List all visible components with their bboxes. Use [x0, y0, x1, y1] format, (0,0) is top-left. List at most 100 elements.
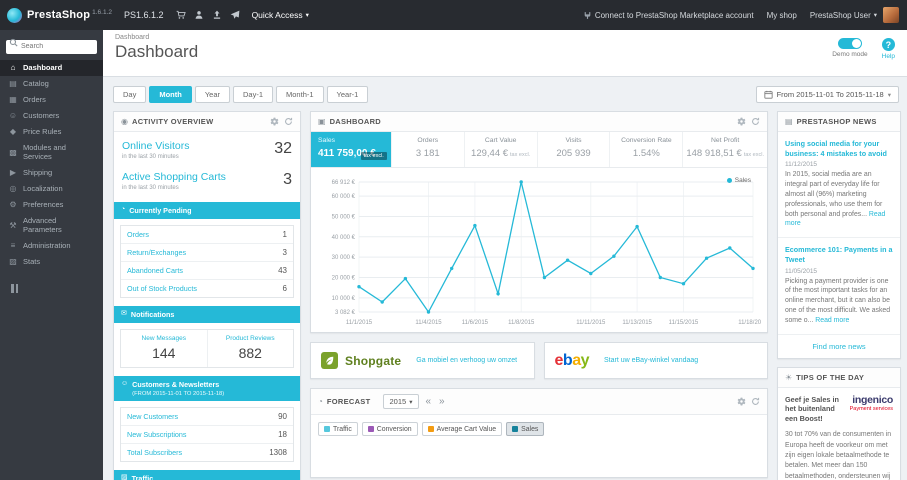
row-value: 6 [282, 284, 287, 293]
sidebar-item-catalog[interactable]: ▤ Catalog [0, 76, 103, 92]
activity-row-new-customers[interactable]: New Customers 90 [121, 408, 293, 426]
shop-name-link[interactable]: PS1.6.1.2 [124, 10, 164, 20]
user-avatar[interactable] [883, 7, 899, 23]
filter-day-1-button[interactable]: Day-1 [233, 86, 274, 103]
kpi-value: 1.54% [632, 148, 660, 159]
ebay-module[interactable]: ebay Start uw eBay-winkel vandaag [543, 342, 768, 379]
tip-body: 30 tot 70% van de consumenten in Europa … [785, 431, 892, 480]
search-input[interactable] [6, 39, 97, 54]
sidebar-item-price-rules[interactable]: ◆ Price Rules [0, 124, 103, 140]
user-menu[interactable]: PrestaShop User ▾ [810, 11, 877, 20]
read-more-link[interactable]: Read more [815, 317, 849, 324]
forecast-next-button[interactable]: » [437, 396, 447, 407]
sidebar-item-advanced-parameters[interactable]: ⚒ Advanced Parameters [0, 213, 103, 238]
demo-mode-label: Demo mode [832, 51, 868, 58]
shipping-icon: ▶ [9, 168, 17, 177]
row-label: Out of Stock Products [127, 284, 197, 293]
sales-chart[interactable]: Sales 66 912 € 60 000 € 50 000 € 40 000 € 30… [311, 168, 767, 332]
gear-icon[interactable] [270, 117, 279, 126]
notification-product-reviews[interactable]: Product Reviews 882 [206, 330, 294, 367]
ingenico-brand-sub: Payment services [849, 406, 893, 413]
svg-text:11/6/2015: 11/6/2015 [462, 320, 489, 326]
sidebar-item-dashboard[interactable]: ⌂ Dashboard [0, 59, 103, 76]
kpi-note: tax excl. [510, 152, 531, 158]
kpi-conversion-rate[interactable]: Conversion Rate 1.54% [610, 132, 684, 167]
filter-year-1-button[interactable]: Year-1 [326, 86, 369, 103]
sidebar-item-administration[interactable]: ≡ Administration [0, 238, 103, 254]
quick-access-menu[interactable]: Quick Access ▾ [252, 10, 309, 20]
forecast-toggle-traffic[interactable]: Traffic [318, 422, 358, 436]
help-icon[interactable]: ? [881, 38, 895, 51]
collapse-menu-button[interactable] [11, 283, 23, 293]
toggle-label: Average Cart Value [436, 425, 497, 433]
breadcrumb[interactable]: Dashboard [115, 34, 198, 41]
sidebar-item-stats[interactable]: ▨ Stats [0, 254, 103, 270]
upload-icon[interactable] [212, 10, 222, 20]
kpi-visits[interactable]: Visits 205 939 [538, 132, 611, 167]
prestashop-logo[interactable]: PrestaShop [27, 9, 90, 21]
sidebar-item-preferences[interactable]: ⚙ Preferences [0, 197, 103, 213]
refresh-icon[interactable] [751, 117, 760, 126]
activity-row-new-subscriptions[interactable]: New Subscriptions 18 [121, 426, 293, 444]
forecast-toggle-sales[interactable]: Sales [506, 422, 545, 436]
catalog-icon: ▤ [9, 79, 17, 88]
notification-value: 882 [238, 345, 262, 361]
news-article: Using social media for your business: 4 … [778, 132, 900, 239]
kpi-orders[interactable]: Orders 3 181 [392, 132, 465, 167]
forecast-prev-button[interactable]: « [423, 396, 433, 407]
activity-row-return-exchanges[interactable]: Return/Exchanges 3 [121, 244, 293, 262]
my-shop-label: My shop [766, 10, 797, 20]
kpi-net-profit[interactable]: Net Profit 148 918,51 € tax excl. [683, 132, 767, 167]
plane-icon[interactable] [230, 10, 240, 20]
filter-day-button[interactable]: Day [113, 86, 147, 103]
person-icon[interactable] [194, 10, 204, 20]
row-value: 43 [278, 266, 287, 275]
sidebar-item-customers[interactable]: ☺ Customers [0, 108, 103, 124]
my-shop-link[interactable]: My shop [767, 11, 797, 20]
sidebar-item-localization[interactable]: ◎ Localization [0, 181, 103, 197]
cart-icon[interactable] [176, 10, 186, 20]
sidebar-item-orders[interactable]: ▦ Orders [0, 92, 103, 108]
demo-mode-toggle[interactable] [837, 38, 862, 49]
marketplace-link[interactable]: Connect to PrestaShop Marketplace accoun… [583, 11, 754, 20]
gear-icon[interactable] [737, 117, 746, 126]
kpi-sales[interactable]: Sales 411 759,00 € tax excl. [311, 132, 392, 167]
sidebar-item-modules-and-services[interactable]: ▩ Modules and Services [0, 140, 103, 165]
gear-icon[interactable] [737, 397, 746, 406]
refresh-icon[interactable] [751, 397, 760, 406]
activity-stat-online-visitors[interactable]: Online Visitors in the last 30 minutes 32 [114, 132, 300, 163]
notification-new-messages[interactable]: New Messages 144 [121, 330, 207, 367]
activity-overview-panel: ◉ ACTIVITY OVERVIEW Online Visitors in th… [113, 111, 301, 480]
activity-row-abandoned-carts[interactable]: Abandoned Carts 43 [121, 262, 293, 280]
activity-stat-active-shopping-carts[interactable]: Active Shopping Carts in the last 30 minu… [114, 163, 300, 194]
kpi-label: Net Profit [710, 137, 740, 144]
ebay-link[interactable]: Start uw eBay-winkel vandaag [604, 356, 698, 365]
activity-row-out-of-stock-products[interactable]: Out of Stock Products 6 [121, 280, 293, 297]
notification-label: New Messages [141, 335, 186, 342]
news-article-title[interactable]: Ecommerce 101: Payments in a Tweet [785, 245, 893, 264]
read-more-link[interactable]: Read more [785, 211, 885, 228]
sidebar-item-label: Catalog [23, 79, 49, 88]
forecast-toggle-average-cart-value[interactable]: Average Cart Value [421, 422, 503, 436]
news-article-title[interactable]: Using social media for your business: 4 … [785, 139, 893, 158]
panel-title: PRESTASHOP NEWS [796, 117, 877, 126]
panel-title: TIPS OF THE DAY [796, 372, 865, 382]
filter-year-button[interactable]: Year [194, 86, 230, 103]
kpi-cart-value[interactable]: Cart Value 129,44 € tax excl. [465, 132, 538, 167]
customers-newsletters-band: ☺ Customers & Newsletters (FROM 2015-11-… [114, 376, 300, 401]
filter-month-button[interactable]: Month [149, 86, 192, 103]
filter-month-1-button[interactable]: Month-1 [276, 86, 324, 103]
forecast-year-select[interactable]: 2015 ▾ [382, 394, 420, 409]
svg-text:11/13/2015: 11/13/2015 [622, 320, 652, 326]
date-range-picker[interactable]: From 2015-11-01 To 2015-11-18 ▾ [755, 86, 899, 103]
shopgate-module[interactable]: Shopgate Ga mobiel en verhoog uw omzet [310, 342, 535, 379]
refresh-icon[interactable] [284, 117, 293, 126]
sidebar-item-shipping[interactable]: ▶ Shipping [0, 165, 103, 181]
forecast-toggle-conversion[interactable]: Conversion [361, 422, 418, 436]
shopgate-link[interactable]: Ga mobiel en verhoog uw omzet [416, 356, 517, 365]
activity-row-orders[interactable]: Orders 1 [121, 226, 293, 244]
chart-legend[interactable]: Sales [726, 177, 751, 184]
page-title: Dashboard [115, 42, 199, 61]
activity-row-total-subscribers[interactable]: Total Subscribers 1308 [121, 444, 293, 461]
find-more-news-link[interactable]: Find more news [778, 335, 900, 358]
